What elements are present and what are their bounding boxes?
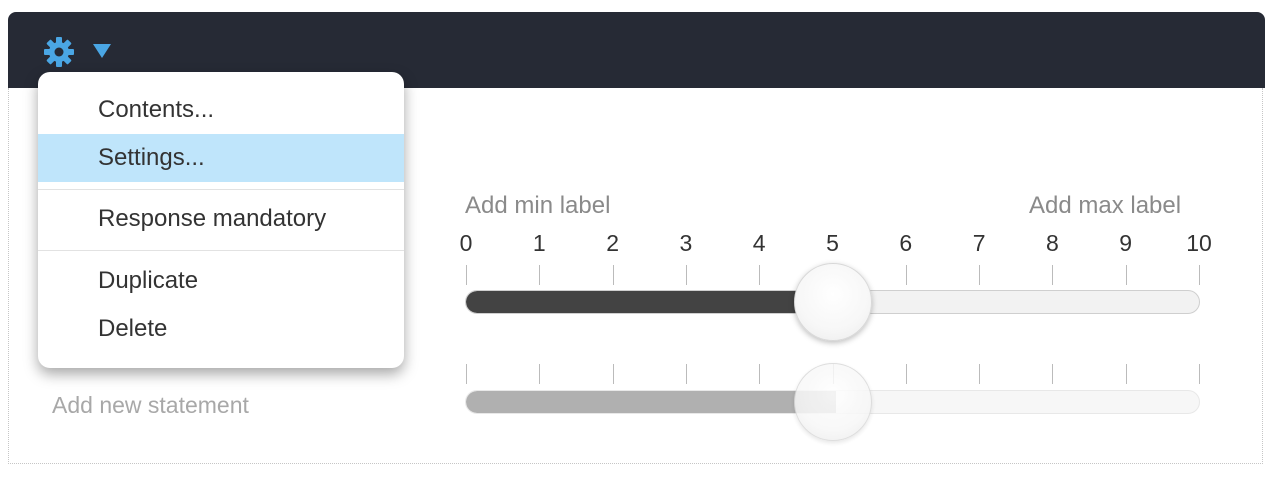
scale-tick <box>466 265 467 285</box>
scale-number: 3 <box>679 230 693 256</box>
scale-number: 9 <box>1119 230 1133 256</box>
caret-down-icon[interactable] <box>93 44 111 58</box>
scale-number: 6 <box>899 230 913 256</box>
scale-number: 2 <box>606 230 619 256</box>
min-label-field[interactable]: Add min label <box>465 192 610 220</box>
scale-tick <box>1199 265 1200 285</box>
menu-item-response-mandatory[interactable]: Response mandatory <box>38 195 404 243</box>
scale-number: 1 <box>532 230 546 256</box>
scale-tick <box>466 364 467 384</box>
scale-tick <box>905 364 907 384</box>
scale-number: 10 <box>1186 230 1212 256</box>
gear-icon[interactable] <box>42 35 76 69</box>
scale-number: 5 <box>826 230 839 256</box>
scale-number: 4 <box>752 230 766 256</box>
slider-thumb[interactable] <box>794 263 872 341</box>
max-label-field[interactable]: Add max label <box>1029 192 1181 220</box>
slider-fill <box>466 291 836 313</box>
scale-tick <box>685 364 687 384</box>
menu-item-duplicate[interactable]: Duplicate <box>38 257 404 305</box>
scale-tick <box>685 265 687 285</box>
menu-divider <box>38 250 404 251</box>
scale-tick <box>539 364 541 384</box>
scale-number: 0 <box>459 230 473 256</box>
scale-tick <box>1125 364 1127 384</box>
scale-tick <box>759 265 761 285</box>
menu-item-settings[interactable]: Settings... <box>38 134 404 182</box>
scale-tick <box>1052 265 1054 285</box>
scale-tick <box>612 364 614 384</box>
menu-item-contents[interactable]: Contents... <box>38 86 404 134</box>
scale-tick <box>979 364 981 384</box>
scale-tick <box>979 265 981 285</box>
scale-tick <box>1052 364 1054 384</box>
menu-item-delete[interactable]: Delete <box>38 305 404 353</box>
add-new-statement-field[interactable]: Add new statement <box>52 392 249 419</box>
scale-numbers: 0 1 2 3 4 5 6 7 8 9 10 <box>448 230 1218 260</box>
settings-dropdown-menu: Contents... Settings... Response mandato… <box>38 72 404 368</box>
scale-tick <box>539 265 541 285</box>
slider-fill <box>466 391 836 413</box>
scale-tick <box>1125 265 1127 285</box>
scale-number: 8 <box>1045 230 1059 256</box>
scale-number: 7 <box>972 230 986 256</box>
scale-tick <box>759 364 761 384</box>
slider-thumb-placeholder[interactable] <box>794 363 872 441</box>
menu-divider <box>38 189 404 190</box>
scale-tick <box>905 265 907 285</box>
scale-tick <box>1199 364 1200 384</box>
scale-tick <box>612 265 614 285</box>
